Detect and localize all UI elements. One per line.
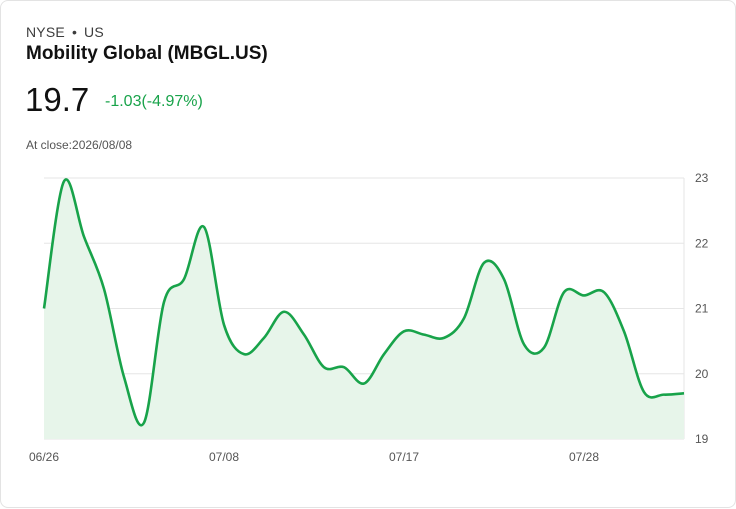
x-tick-label: 07/08 bbox=[209, 450, 239, 464]
x-tick-label: 07/28 bbox=[569, 450, 599, 464]
price-chart: 2322212019 06/2607/0807/1707/2808/06 bbox=[29, 171, 709, 464]
x-tick-label: 07/17 bbox=[389, 450, 419, 464]
x-axis-labels: 06/2607/0807/1707/2808/06 bbox=[29, 450, 599, 464]
price-area bbox=[44, 179, 684, 439]
y-tick-label: 22 bbox=[695, 236, 709, 250]
y-tick-label: 23 bbox=[695, 171, 709, 185]
y-tick-label: 20 bbox=[695, 367, 709, 381]
x-tick-label: 06/26 bbox=[29, 450, 59, 464]
y-tick-label: 19 bbox=[695, 432, 709, 446]
stock-card: NYSE • US Mobility Global (MBGL.US) 19.7 -… bbox=[0, 0, 736, 508]
y-axis-labels: 23 22 21 20 19 bbox=[695, 171, 709, 446]
y-tick-label: 21 bbox=[695, 302, 709, 316]
